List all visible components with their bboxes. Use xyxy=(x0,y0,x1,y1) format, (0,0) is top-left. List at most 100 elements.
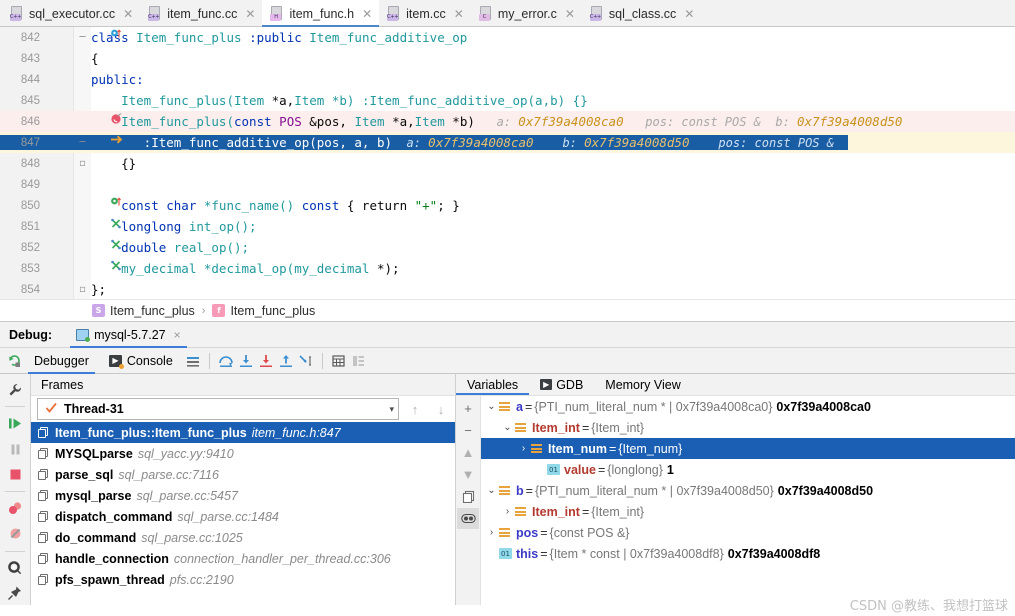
code-line: 848 ◻ {} xyxy=(0,153,1015,174)
chevron-right-icon[interactable]: › xyxy=(500,506,515,517)
run-to-cursor-icon[interactable] xyxy=(296,351,316,371)
copy-icon[interactable] xyxy=(457,486,479,507)
frame-location: connection_handler_per_thread.cc:306 xyxy=(173,551,391,566)
chevron-down-icon[interactable]: ⌄ xyxy=(484,401,499,412)
chevron-down-icon[interactable]: ▾ xyxy=(389,404,394,415)
step-out-icon[interactable] xyxy=(276,351,296,371)
pause-program-icon xyxy=(2,438,28,461)
frame-item[interactable]: Item_func_plus::Item_func_plus item_func… xyxy=(31,422,455,443)
object-value-icon xyxy=(531,443,544,454)
code-text: }; xyxy=(91,282,107,297)
step-into-icon[interactable] xyxy=(236,351,256,371)
close-icon[interactable]: × xyxy=(174,329,181,341)
tab-item_func-cc[interactable]: C++ item_func.cc ✕ xyxy=(140,0,262,27)
chevron-right-icon[interactable]: › xyxy=(484,527,499,538)
code-line: 843 { xyxy=(0,48,1015,69)
frame-item[interactable]: dispatch_command sql_parse.cc:1484 xyxy=(31,506,455,527)
tab-gdb[interactable]: ▶ GDB xyxy=(529,374,594,395)
variable-row[interactable]: ⌄ b = {PTI_num_literal_num * | 0x7f39a40… xyxy=(481,480,1015,501)
move-up-icon[interactable]: ▲ xyxy=(457,442,479,463)
rerun-icon[interactable] xyxy=(4,351,24,371)
frame-name: MYSQLparse xyxy=(55,446,133,461)
variable-row[interactable]: ⌄ Item_int = {Item_int} xyxy=(481,417,1015,438)
variables-list[interactable]: ⌄ a = {PTI_num_literal_num * | 0x7f39a40… xyxy=(481,396,1015,605)
watches-icon[interactable] xyxy=(457,508,479,529)
step-over-icon[interactable] xyxy=(216,351,236,371)
tab-variables[interactable]: Variables xyxy=(456,374,530,395)
object-value-icon xyxy=(499,485,512,496)
tab-close-icon[interactable]: ✕ xyxy=(565,8,575,20)
tab-close-icon[interactable]: ✕ xyxy=(245,8,255,20)
tab-memory-view[interactable]: Memory View xyxy=(594,374,691,395)
toolbar-separator xyxy=(208,352,210,369)
fold-end-icon[interactable]: ◻ xyxy=(74,153,91,174)
frame-item[interactable]: pfs_spawn_thread pfs.cc:2190 xyxy=(31,569,455,590)
frame-item[interactable]: parse_sql sql_parse.cc:7116 xyxy=(31,464,455,485)
breadcrumb-function[interactable]: Item_func_plus xyxy=(230,304,315,318)
frame-item[interactable]: do_command sql_parse.cc:1025 xyxy=(31,527,455,548)
variable-row[interactable]: › pos = {const POS &} xyxy=(481,522,1015,543)
variable-name: pos xyxy=(516,525,539,540)
variable-row[interactable]: › Item_int = {Item_int} xyxy=(481,501,1015,522)
thread-selector[interactable]: Thread-31 ▾ xyxy=(37,398,399,420)
frame-down-button[interactable]: ↓ xyxy=(431,402,451,417)
frame-item[interactable]: mysql_parse sql_parse.cc:5457 xyxy=(31,485,455,506)
mute-breakpoints-icon[interactable] xyxy=(2,522,28,545)
tab-label: item_func.h xyxy=(289,6,355,21)
variable-row[interactable]: ⌄ a = {PTI_num_literal_num * | 0x7f39a40… xyxy=(481,396,1015,417)
code-line: 850 const char *func_name() const { retu… xyxy=(0,195,1015,216)
variable-type: {PTI_num_literal_num * | 0x7f39a4008d50} xyxy=(534,483,774,498)
show-execution-point-icon[interactable] xyxy=(183,351,203,371)
frame-location: sql_parse.cc:5457 xyxy=(136,488,238,503)
evaluate-expression-icon[interactable] xyxy=(329,351,349,371)
add-watch-icon[interactable]: + xyxy=(457,398,479,419)
tab-close-icon[interactable]: ✕ xyxy=(123,8,133,20)
wrench-icon[interactable] xyxy=(2,378,28,401)
stop-icon[interactable] xyxy=(2,463,28,486)
variable-row[interactable]: › Item_num = {Item_num} xyxy=(481,438,1015,459)
pin-icon[interactable] xyxy=(2,582,28,605)
view-breakpoints-icon[interactable] xyxy=(2,497,28,520)
divider xyxy=(5,550,25,552)
fold-end-icon[interactable]: ◻ xyxy=(74,279,91,299)
tab-item-cc[interactable]: C++ item.cc ✕ xyxy=(379,0,471,27)
breadcrumb-class[interactable]: Item_func_plus xyxy=(110,304,195,318)
variable-row[interactable]: 01 this = {Item * const | 0x7f39a4008df8… xyxy=(481,543,1015,564)
remove-watch-icon[interactable]: − xyxy=(457,420,479,441)
frames-list[interactable]: Item_func_plus::Item_func_plus item_func… xyxy=(31,422,455,605)
tab-item_func-h[interactable]: H item_func.h ✕ xyxy=(262,0,380,27)
settings-icon[interactable] xyxy=(2,557,28,580)
debug-session-tab[interactable]: mysql-5.7.27 × xyxy=(70,322,187,348)
debug-session-name: mysql-5.7.27 xyxy=(94,327,166,342)
resume-program-icon[interactable] xyxy=(2,412,28,435)
force-step-into-icon[interactable] xyxy=(256,351,276,371)
code-editor[interactable]: 842 ─ class Item_func_plus :public Item_… xyxy=(0,27,1015,299)
tab-debugger[interactable]: Debugger xyxy=(24,347,99,374)
chevron-right-icon[interactable]: › xyxy=(516,443,531,454)
tab-close-icon[interactable]: ✕ xyxy=(362,8,372,20)
frame-up-button[interactable]: ↑ xyxy=(405,402,425,417)
move-down-icon[interactable]: ▼ xyxy=(457,464,479,485)
variable-type: {PTI_num_literal_num * | 0x7f39a4008ca0} xyxy=(534,399,773,414)
divider xyxy=(5,491,25,492)
code-text: Item_func_plus(const POS &pos, Item *a,I… xyxy=(91,114,903,129)
tab-close-icon[interactable]: ✕ xyxy=(684,8,694,20)
chevron-down-icon[interactable]: ⌄ xyxy=(484,485,499,496)
variable-value: 0x7f39a4008df8 xyxy=(727,546,821,561)
variable-row[interactable]: 01 value = {longlong} 1 xyxy=(481,459,1015,480)
variable-type: {Item_int} xyxy=(591,420,645,435)
frame-item[interactable]: MYSQLparse sql_yacc.yy:9410 xyxy=(31,443,455,464)
fold-collapse-icon[interactable]: ─ xyxy=(74,132,91,153)
tab-sql_class-cc[interactable]: C++ sql_class.cc ✕ xyxy=(582,0,701,27)
layout-settings-icon[interactable] xyxy=(349,351,369,371)
tab-close-icon[interactable]: ✕ xyxy=(454,8,464,20)
code-text: Item_func_plus(Item *a,Item *b) :Item_fu… xyxy=(91,93,588,108)
chevron-down-icon[interactable]: ⌄ xyxy=(500,422,515,433)
cpp-file-icon: C++ xyxy=(387,6,401,21)
variable-name: Item_int xyxy=(532,420,580,435)
tab-my_error-c[interactable]: C my_error.c ✕ xyxy=(471,0,582,27)
fold-collapse-icon[interactable]: ─ xyxy=(74,27,91,48)
tab-sql_executor-cc[interactable]: C++ sql_executor.cc ✕ xyxy=(2,0,140,27)
frame-item[interactable]: handle_connection connection_handler_per… xyxy=(31,548,455,569)
tab-console[interactable]: ▶ Console xyxy=(99,347,183,374)
